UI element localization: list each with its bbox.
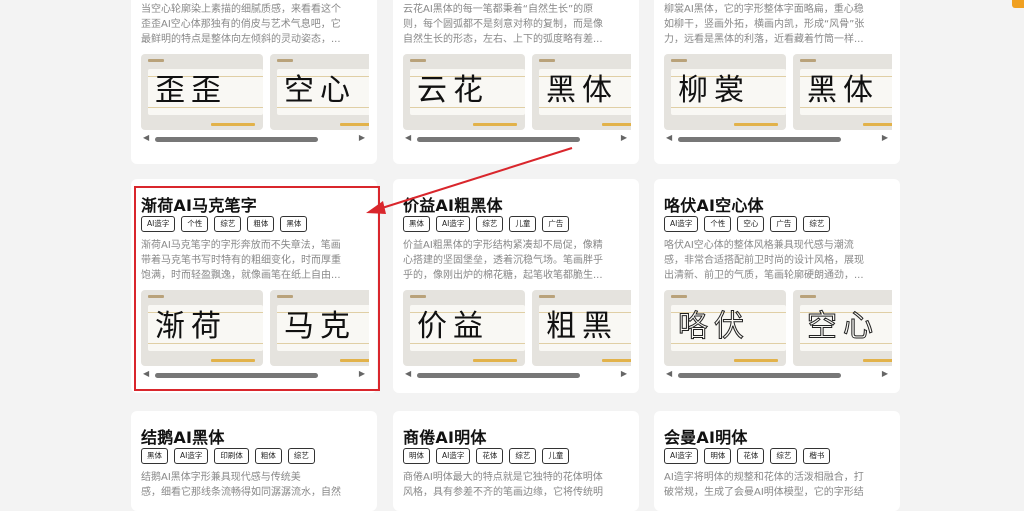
corner-badge-icon[interactable]	[1012, 0, 1024, 8]
annotation-arrow-icon	[366, 147, 573, 214]
